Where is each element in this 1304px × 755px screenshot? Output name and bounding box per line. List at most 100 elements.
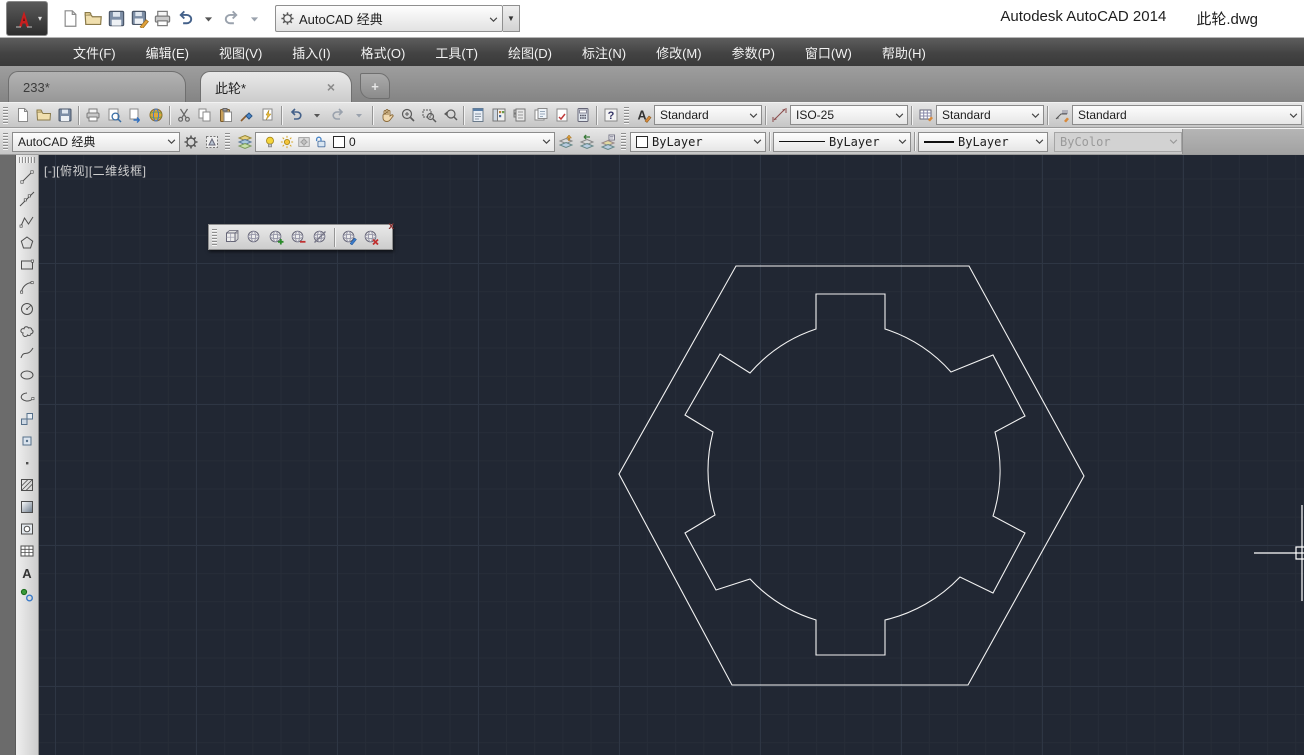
open-button[interactable]	[83, 8, 104, 29]
sphere-add-button[interactable]	[265, 227, 287, 248]
file-tab-233[interactable]: 233*	[8, 71, 186, 102]
redo-button[interactable]	[221, 8, 242, 29]
tool-palettes-button[interactable]	[509, 105, 530, 126]
layer-vp-freeze-button[interactable]	[295, 133, 312, 150]
layer-props-button[interactable]	[234, 131, 255, 152]
rectangle-button[interactable]	[17, 254, 38, 276]
zoom-window-button[interactable]	[418, 105, 439, 126]
insert-block-button[interactable]	[17, 408, 38, 430]
tab-close-icon[interactable]: ×	[325, 80, 337, 94]
cut-button[interactable]	[173, 105, 194, 126]
workspace-settings-button[interactable]	[201, 131, 222, 152]
toolbar-grip[interactable]	[225, 133, 230, 150]
new-tab-button[interactable]: +	[360, 73, 390, 99]
toolbar-grip[interactable]	[3, 133, 8, 150]
pan-button[interactable]	[376, 105, 397, 126]
region-button[interactable]	[17, 518, 38, 540]
toolbar-grip[interactable]	[624, 107, 629, 124]
menu-item-window[interactable]: 窗口(W)	[790, 38, 867, 66]
redo-drop-button[interactable]	[244, 8, 265, 29]
table-style-button[interactable]	[915, 105, 936, 126]
block-editor-button[interactable]	[257, 105, 278, 126]
redo-button[interactable]	[327, 105, 348, 126]
quick-calc-button[interactable]	[572, 105, 593, 126]
paste-button[interactable]	[215, 105, 236, 126]
point-button[interactable]	[17, 452, 38, 474]
save-as-button[interactable]	[129, 8, 150, 29]
zoom-previous-button[interactable]	[439, 105, 460, 126]
hexagon-outline[interactable]	[619, 266, 1084, 685]
make-block-button[interactable]	[17, 430, 38, 452]
ellipse-button[interactable]	[17, 364, 38, 386]
mleader-style-button[interactable]	[1051, 105, 1072, 126]
linetype-combo[interactable]: ByLayer	[773, 132, 911, 152]
menu-item-draw[interactable]: 绘图(D)	[493, 38, 567, 66]
markup-set-manager-button[interactable]	[551, 105, 572, 126]
sphere-remove-button[interactable]	[287, 227, 309, 248]
make-object-layer-current-button[interactable]	[555, 131, 576, 152]
workspaces-combo[interactable]: AutoCAD 经典	[12, 132, 180, 152]
workspace-switcher-combo[interactable]: AutoCAD 经典	[275, 5, 503, 32]
table-button[interactable]	[17, 540, 38, 562]
layer-previous-button[interactable]	[576, 131, 597, 152]
gear-outline[interactable]	[685, 294, 1025, 655]
help-button[interactable]: ?	[600, 105, 621, 126]
plot-button[interactable]	[152, 8, 173, 29]
layer-unlock-button[interactable]	[312, 133, 329, 150]
layer-combo[interactable]: 0	[255, 132, 555, 152]
menu-item-help[interactable]: 帮助(H)	[867, 38, 941, 66]
zoom-realtime-button[interactable]	[397, 105, 418, 126]
table-style-combo[interactable]: Standard	[936, 105, 1044, 125]
plot-button[interactable]	[82, 105, 103, 126]
dim-style-combo[interactable]: ISO-25	[790, 105, 908, 125]
match-properties-button[interactable]	[236, 105, 257, 126]
menu-item-format[interactable]: 格式(O)	[346, 38, 421, 66]
menu-item-tools[interactable]: 工具(T)	[420, 38, 493, 66]
toolbar-grip[interactable]	[19, 157, 35, 163]
dim-style-button[interactable]	[769, 105, 790, 126]
floating-toolbar[interactable]: x	[208, 224, 393, 250]
save-button[interactable]	[54, 105, 75, 126]
arc-button[interactable]	[17, 276, 38, 298]
undo-button[interactable]	[175, 8, 196, 29]
hatch-button[interactable]	[17, 474, 38, 496]
polyline-button[interactable]	[17, 210, 38, 232]
sphere-off-button[interactable]	[309, 227, 331, 248]
circle-button[interactable]	[17, 298, 38, 320]
open-button[interactable]	[33, 105, 54, 126]
save-button[interactable]	[106, 8, 127, 29]
menu-item-insert[interactable]: 插入(I)	[277, 38, 345, 66]
close-icon[interactable]: x	[388, 222, 394, 232]
line-button[interactable]	[17, 166, 38, 188]
object-color-combo[interactable]: ByLayer	[630, 132, 766, 152]
sphere-edit-button[interactable]	[338, 227, 360, 248]
sphere-button[interactable]	[243, 227, 265, 248]
ellipse-arc-button[interactable]	[17, 386, 38, 408]
copy-button[interactable]	[194, 105, 215, 126]
pc-box-button[interactable]	[221, 227, 243, 248]
mleader-style-combo[interactable]: Standard	[1072, 105, 1302, 125]
gear-button[interactable]	[180, 131, 201, 152]
text-style-combo[interactable]: Standard	[654, 105, 762, 125]
new-button[interactable]	[60, 8, 81, 29]
multiline-text-button[interactable]: A	[17, 562, 38, 584]
spline-button[interactable]	[17, 342, 38, 364]
new-button[interactable]	[12, 105, 33, 126]
menu-item-file[interactable]: 文件(F)	[58, 38, 131, 66]
lineweight-combo[interactable]: ByLayer	[918, 132, 1048, 152]
toolbar-grip[interactable]	[212, 229, 217, 246]
construction-line-button[interactable]	[17, 188, 38, 210]
gradient-button[interactable]	[17, 496, 38, 518]
file-tab-cilun[interactable]: 此轮* ×	[200, 71, 352, 102]
menu-item-view[interactable]: 视图(V)	[204, 38, 277, 66]
sphere-delete-button[interactable]	[360, 227, 382, 248]
publish-button[interactable]	[124, 105, 145, 126]
properties-button[interactable]	[467, 105, 488, 126]
undo-drop-button[interactable]	[198, 8, 219, 29]
add-selected-button[interactable]	[17, 584, 38, 606]
layer-thaw-button[interactable]	[278, 133, 295, 150]
menu-item-edit[interactable]: 编辑(E)	[131, 38, 204, 66]
menu-item-dimension[interactable]: 标注(N)	[567, 38, 641, 66]
text-style-button[interactable]: A	[633, 105, 654, 126]
toolbar-grip[interactable]	[3, 107, 8, 124]
